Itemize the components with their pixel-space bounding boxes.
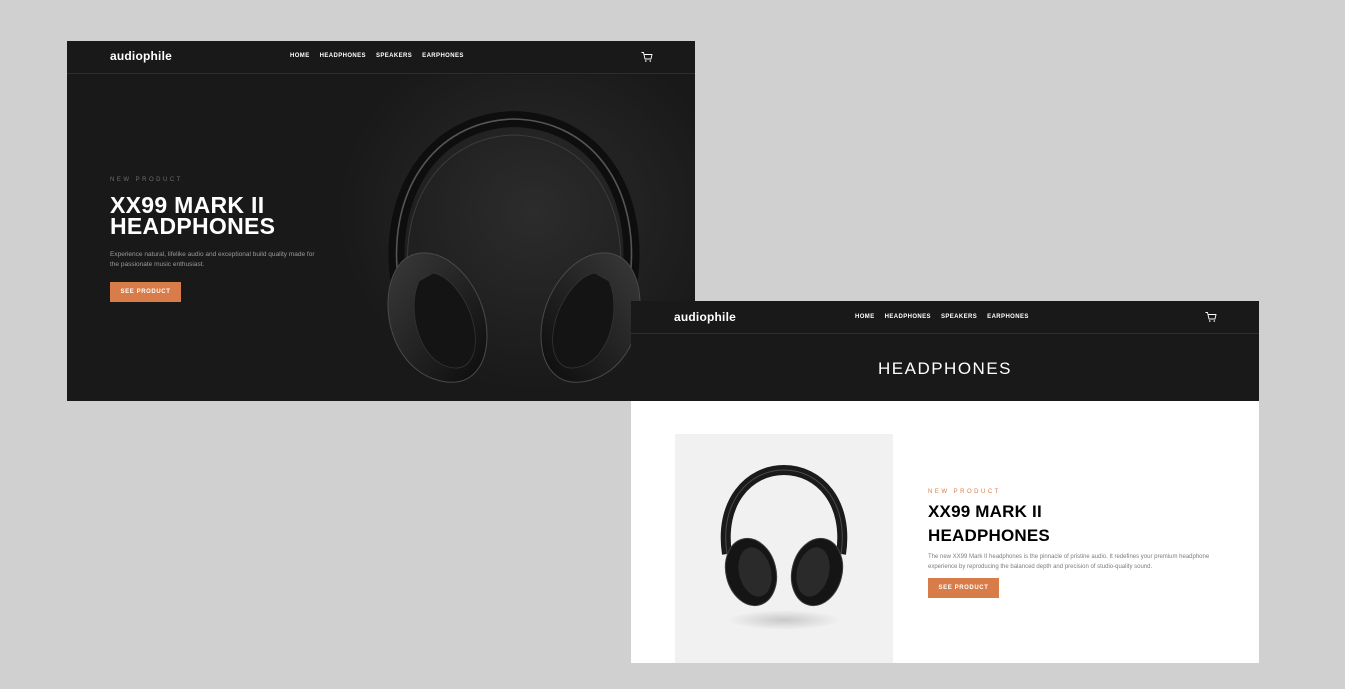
headphones-category-screen: audiophile HOME HEADPHONES SPEAKERS EARP…: [631, 301, 1259, 663]
product-eyebrow: NEW PRODUCT: [928, 489, 1001, 495]
nav-links: HOME HEADPHONES SPEAKERS EARPHONES: [855, 314, 1029, 320]
product-title: XX99 MARK II HEADPHONES: [928, 500, 1218, 548]
top-navigation: audiophile HOME HEADPHONES SPEAKERS EARP…: [67, 41, 695, 74]
hero-title-line-2: HEADPHONES: [110, 213, 276, 239]
nav-link-home[interactable]: HOME: [855, 314, 875, 320]
product-image-panel: [675, 434, 893, 663]
nav-divider: [631, 333, 1259, 334]
nav-link-earphones[interactable]: EARPHONES: [987, 314, 1029, 320]
product-see-product-button[interactable]: SEE PRODUCT: [928, 578, 999, 598]
nav-link-earphones[interactable]: EARPHONES: [422, 53, 464, 59]
product-title-line-1: XX99 MARK II: [928, 502, 1042, 521]
category-title: HEADPHONES: [877, 359, 1013, 378]
nav-link-headphones[interactable]: HEADPHONES: [320, 53, 366, 59]
home-hero-screen: audiophile HOME HEADPHONES SPEAKERS EARP…: [67, 41, 695, 401]
cart-icon[interactable]: [641, 51, 653, 63]
hero-description: Experience natural, lifelike audio and e…: [110, 251, 315, 268]
nav-links: HOME HEADPHONES SPEAKERS EARPHONES: [290, 53, 464, 59]
nav-link-speakers[interactable]: SPEAKERS: [941, 314, 977, 320]
hero-see-product-button[interactable]: SEE PRODUCT: [110, 282, 181, 302]
nav-link-home[interactable]: HOME: [290, 53, 310, 59]
hero-copy: NEW PRODUCT XX99 MARK II HEADPHONES Expe…: [110, 177, 350, 302]
cart-icon[interactable]: [1205, 311, 1217, 323]
product-description: The new XX99 Mark II headphones is the p…: [928, 554, 1210, 570]
product-title-line-2: HEADPHONES: [928, 526, 1050, 545]
nav-link-speakers[interactable]: SPEAKERS: [376, 53, 412, 59]
brand-logo[interactable]: audiophile: [110, 49, 172, 63]
product-copy: NEW PRODUCT XX99 MARK II HEADPHONES The …: [928, 489, 1218, 598]
product-headphones-image: [720, 464, 848, 630]
nav-link-headphones[interactable]: HEADPHONES: [885, 314, 931, 320]
brand-logo[interactable]: audiophile: [674, 310, 736, 324]
hero-title: XX99 MARK II HEADPHONES: [110, 194, 350, 239]
hero-eyebrow: NEW PRODUCT: [110, 177, 183, 183]
category-header: audiophile HOME HEADPHONES SPEAKERS EARP…: [631, 301, 1259, 401]
